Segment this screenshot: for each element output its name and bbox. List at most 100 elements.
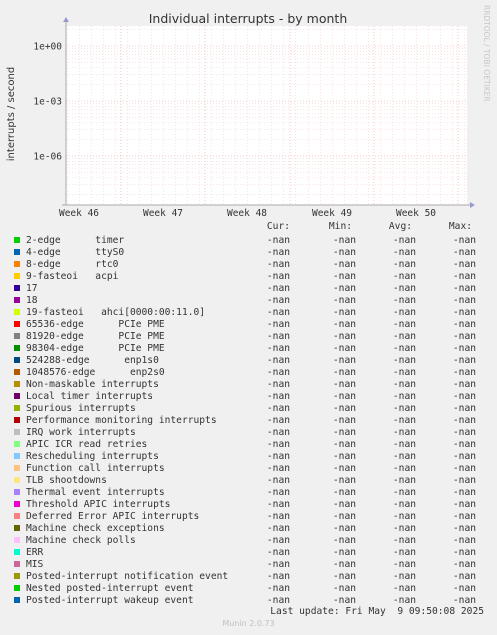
legend-min-value: -nan (332, 235, 356, 246)
legend-row: Posted-interrupt notification event -nan -… (0, 571, 497, 583)
legend-max-value: -nan (452, 415, 476, 426)
y-tick-label: 1e-03 (33, 97, 62, 108)
legend-max-value: -nan (452, 571, 476, 582)
legend-cur-value: -nan (266, 247, 290, 258)
legend-min-value: -nan (332, 439, 356, 450)
legend-min-value: -nan (332, 247, 356, 258)
legend-header-avg: Avg: (388, 221, 412, 232)
legend-cur-value: -nan (266, 379, 290, 390)
legend-min-value: -nan (332, 547, 356, 558)
legend-cur-value: -nan (266, 415, 290, 426)
legend-series-name: Threshold APIC interrupts (26, 499, 171, 510)
legend-min-value: -nan (332, 475, 356, 486)
legend-swatch (14, 513, 20, 519)
legend-min-value: -nan (332, 535, 356, 546)
legend-series-name: Local timer interrupts (26, 391, 154, 402)
legend-max-value: -nan (452, 295, 476, 306)
legend-row: Machine check exceptions -nan -nan -nan -nan (0, 523, 497, 535)
legend-series-name: 2-edge timer (26, 235, 125, 246)
legend-row: ERR -nan -nan -nan -nan (0, 547, 497, 559)
legend-swatch (14, 501, 20, 507)
legend-avg-value: -nan (392, 463, 416, 474)
legend-max-value: -nan (452, 247, 476, 258)
legend-cur-value: -nan (266, 499, 290, 510)
legend-min-value: -nan (332, 559, 356, 570)
legend-swatch (14, 333, 20, 339)
legend-cur-value: -nan (266, 463, 290, 474)
legend-avg-value: -nan (392, 343, 416, 354)
legend-min-value: -nan (332, 427, 356, 438)
legend-min-value: -nan (332, 583, 356, 594)
y-tick-label: 1e+00 (33, 42, 62, 53)
legend-min-value: -nan (332, 259, 356, 270)
legend-cur-value: -nan (266, 547, 290, 558)
legend-avg-value: -nan (392, 271, 416, 282)
legend-avg-value: -nan (392, 403, 416, 414)
legend-cur-value: -nan (266, 535, 290, 546)
legend-row: 81920-edge PCIe PME -nan -nan -nan -nan (0, 331, 497, 343)
legend-header-cur: Cur: (266, 221, 290, 232)
legend-swatch (14, 525, 20, 531)
legend-row: 9-fasteoi acpi -nan -nan -nan -nan (0, 271, 497, 283)
legend-avg-value: -nan (392, 307, 416, 318)
legend-swatch (14, 489, 20, 495)
legend-row: 17 -nan -nan -nan -nan (0, 283, 497, 295)
legend-series-name: APIC ICR read retries (26, 439, 148, 450)
legend-swatch (14, 309, 20, 315)
legend-max-value: -nan (452, 583, 476, 594)
legend-series-name: MIS (26, 559, 44, 570)
legend-series-name: Function call interrupts (26, 463, 165, 474)
legend-cur-value: -nan (266, 475, 290, 486)
legend-swatch (14, 417, 20, 423)
legend-max-value: -nan (452, 391, 476, 402)
legend-row: Thermal event interrupts -nan -nan -nan -nan (0, 487, 497, 499)
legend-max-value: -nan (452, 403, 476, 414)
legend-row: Nested posted-interrupt event -nan -nan -na… (0, 583, 497, 595)
legend-swatch (14, 345, 20, 351)
legend-min-value: -nan (332, 463, 356, 474)
legend-swatch (14, 453, 20, 459)
chart-canvas: Individual interrupts - by month interru… (6, 5, 491, 219)
legend-avg-value: -nan (392, 259, 416, 270)
legend-cur-value: -nan (266, 343, 290, 354)
legend-cur-value: -nan (266, 271, 290, 282)
legend-cur-value: -nan (266, 235, 290, 246)
legend-swatch (14, 465, 20, 471)
legend-row: APIC ICR read retries -nan -nan -nan -nan (0, 439, 497, 451)
legend-swatch (14, 429, 20, 435)
legend-series-name: TLB shootdowns (26, 475, 107, 486)
legend-series-name: Rescheduling interrupts (26, 451, 159, 462)
legend-row: Non-maskable interrupts -nan -nan -nan -nan (0, 379, 497, 391)
legend-series-name: 8-edge rtc0 (26, 259, 119, 270)
legend-cur-value: -nan (266, 559, 290, 570)
legend-swatch (14, 393, 20, 399)
legend-max-value: -nan (452, 427, 476, 438)
legend-row: 98304-edge PCIe PME -nan -nan -nan -nan (0, 343, 497, 355)
legend-max-value: -nan (452, 379, 476, 390)
legend-max-value: -nan (452, 463, 476, 474)
legend-row: IRQ work interrupts -nan -nan -nan -nan (0, 427, 497, 439)
legend-row: Machine check polls -nan -nan -nan -nan (0, 535, 497, 547)
legend-cur-value: -nan (266, 367, 290, 378)
legend-min-value: -nan (332, 379, 356, 390)
legend-max-value: -nan (452, 319, 476, 330)
legend-max-value: -nan (452, 451, 476, 462)
legend-min-value: -nan (332, 343, 356, 354)
legend-swatch (14, 249, 20, 255)
legend-max-value: -nan (452, 259, 476, 270)
legend-min-value: -nan (332, 367, 356, 378)
legend-cur-value: -nan (266, 259, 290, 270)
legend-series-name: 9-fasteoi acpi (26, 271, 119, 282)
legend-swatch (14, 597, 20, 603)
y-axis-label: interrupts / second (6, 67, 17, 161)
legend-min-value: -nan (332, 331, 356, 342)
legend-max-value: -nan (452, 307, 476, 318)
legend-row: 1048576-edge enp2s0 -nan -nan -nan -nan (0, 367, 497, 379)
legend-cur-value: -nan (266, 283, 290, 294)
legend-series-name: 19-fasteoi ahci[0000:00:11.0] (26, 307, 206, 318)
x-tick-label: Week 47 (143, 208, 183, 219)
legend-max-value: -nan (452, 535, 476, 546)
legend-cur-value: -nan (266, 451, 290, 462)
legend-avg-value: -nan (392, 379, 416, 390)
legend-swatch (14, 261, 20, 267)
